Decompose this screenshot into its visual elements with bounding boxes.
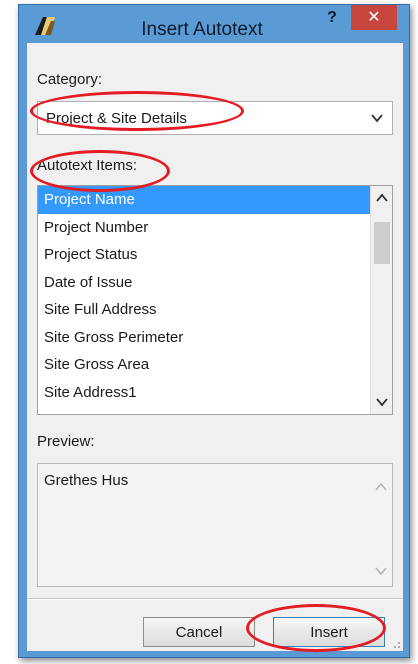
scroll-thumb[interactable] xyxy=(374,222,390,264)
list-scrollbar[interactable] xyxy=(370,186,392,414)
title-bar[interactable]: Insert Autotext ? ✕ xyxy=(19,5,409,43)
autotext-items-list[interactable]: Project Name Project Number Project Status… xyxy=(37,185,393,415)
category-selected-value: Project & Site Details xyxy=(46,110,187,127)
insert-autotext-dialog: Insert Autotext ? ✕ Category: Project & … xyxy=(18,4,410,658)
autotext-items-label: Autotext Items: xyxy=(37,157,138,174)
cancel-button[interactable]: Cancel xyxy=(143,617,255,647)
window-title: Insert Autotext xyxy=(141,19,263,40)
chevron-up-icon xyxy=(375,482,387,491)
chevron-down-icon[interactable] xyxy=(370,111,384,125)
autotext-list-item[interactable]: Project Number xyxy=(38,214,370,242)
dialog-content: Category: Project & Site Details Autotex… xyxy=(27,43,403,651)
insert-button[interactable]: Insert xyxy=(273,617,385,647)
button-separator xyxy=(27,598,403,600)
close-button[interactable]: ✕ xyxy=(351,5,397,30)
preview-text: Grethes Hus xyxy=(44,472,129,489)
preview-box: Grethes Hus xyxy=(37,463,393,587)
autotext-list-item[interactable]: Date of Issue xyxy=(38,269,370,297)
chevron-up-icon xyxy=(376,193,388,202)
preview-scrollbar xyxy=(370,464,392,586)
archicad-app-icon xyxy=(35,17,55,35)
category-label: Category: xyxy=(37,71,103,88)
category-dropdown[interactable]: Project & Site Details xyxy=(37,101,393,135)
autotext-list-item[interactable]: Site Address1 xyxy=(38,379,370,407)
autotext-list-item[interactable]: Site Gross Perimeter xyxy=(38,324,370,352)
resize-grip-icon[interactable] xyxy=(391,639,401,649)
preview-label: Preview: xyxy=(37,433,95,450)
autotext-list-item[interactable]: Project Status xyxy=(38,241,370,269)
scroll-up-button[interactable] xyxy=(371,186,392,210)
chevron-down-icon xyxy=(375,567,387,576)
chevron-down-icon xyxy=(376,398,388,407)
autotext-list-item[interactable]: Project Name xyxy=(38,186,370,214)
autotext-list-item[interactable]: Site Full Address xyxy=(38,296,370,324)
help-button[interactable]: ? xyxy=(317,6,347,30)
autotext-list-item[interactable]: Site Gross Area xyxy=(38,351,370,379)
scroll-down-button[interactable] xyxy=(371,390,392,414)
autotext-items-container: Project Name Project Number Project Status… xyxy=(38,186,370,406)
